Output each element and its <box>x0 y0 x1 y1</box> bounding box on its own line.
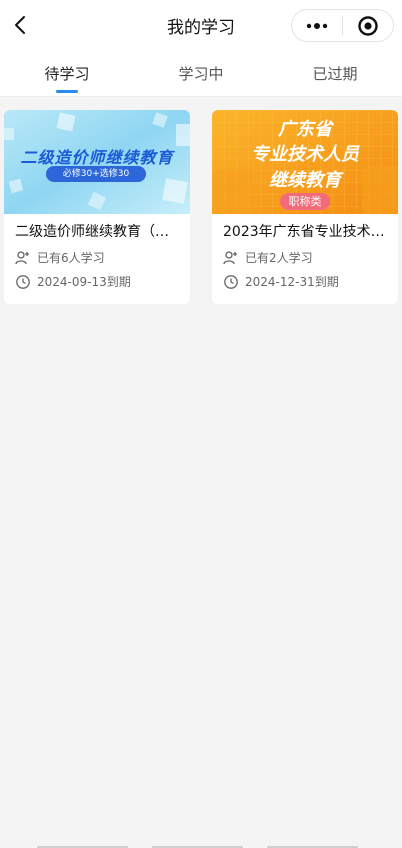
expiry-date-text: 2024-09-13到期 <box>37 275 131 289</box>
add-user-icon <box>223 250 239 266</box>
page-title: 我的学习 <box>167 17 235 38</box>
target-circle-icon <box>358 15 378 36</box>
learner-count-text: 已有2人学习 <box>245 251 313 265</box>
cover-title: 二级造价师继续教育 <box>20 148 174 167</box>
more-dots-icon <box>306 22 328 29</box>
tab-pending[interactable]: 待学习 <box>0 50 134 96</box>
cover-badge: 必修30+选修30 <box>62 169 130 179</box>
course-card[interactable]: 二级造价师继续教育 必修30+选修30 二级造价师继续教育（… 已有6人学习 2… <box>4 110 190 304</box>
more-button[interactable] <box>292 10 342 41</box>
learner-count-text: 已有6人学习 <box>37 251 105 265</box>
clock-icon <box>15 274 31 290</box>
back-button[interactable] <box>6 11 34 39</box>
course-title: 二级造价师继续教育（… <box>15 224 169 240</box>
cover-line-2: 专业技术人员 <box>251 144 359 165</box>
expiry-date: 2024-09-13到期 <box>15 274 179 290</box>
learner-count: 已有6人学习 <box>15 250 179 266</box>
tab-bar: 待学习 学习中 已过期 <box>0 50 402 97</box>
expiry-date-text: 2024-12-31到期 <box>245 275 339 289</box>
mini-program-capsule <box>291 9 394 42</box>
course-grid: 二级造价师继续教育 必修30+选修30 二级造价师继续教育（… 已有6人学习 2… <box>4 110 398 304</box>
tab-label: 已过期 <box>312 64 358 83</box>
course-cover-image: 二级造价师继续教育 必修30+选修30 <box>4 110 190 214</box>
bottom-toolbar-edge <box>0 844 402 848</box>
cover-line-1: 广东省 <box>278 119 332 140</box>
cover-badge: 职称类 <box>288 195 322 208</box>
active-tab-indicator <box>56 90 78 93</box>
tab-label: 学习中 <box>178 64 224 83</box>
close-button[interactable] <box>343 10 393 41</box>
add-user-icon <box>15 250 31 266</box>
course-card[interactable]: 广东省 专业技术人员 继续教育 职称类 2023年广东省专业技术… 已有2人学习 <box>212 110 398 304</box>
chevron-left-icon <box>15 16 25 34</box>
expiry-date: 2024-12-31到期 <box>223 274 387 290</box>
course-title: 2023年广东省专业技术… <box>223 224 385 240</box>
nav-bar: 我的学习 <box>0 0 402 50</box>
course-cover-image: 广东省 专业技术人员 继续教育 职称类 <box>212 110 398 214</box>
learner-count: 已有2人学习 <box>223 250 387 266</box>
clock-icon <box>223 274 239 290</box>
tab-in-progress[interactable]: 学习中 <box>134 50 268 96</box>
tab-expired[interactable]: 已过期 <box>268 50 402 96</box>
cover-line-3: 继续教育 <box>269 170 341 191</box>
tab-label: 待学习 <box>44 64 90 83</box>
